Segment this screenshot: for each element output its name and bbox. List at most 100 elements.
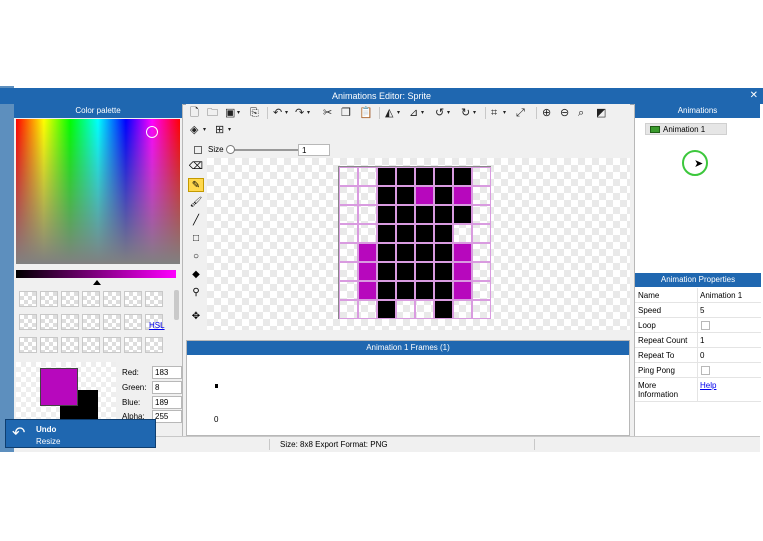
size-slider[interactable] [230,149,298,151]
size-slider-knob[interactable] [226,145,235,154]
sprite-pixel[interactable] [377,300,396,319]
crop-icon[interactable]: ⌗ [491,107,497,120]
sprite-pixel[interactable] [472,243,491,262]
sprite-pixel[interactable] [415,281,434,300]
sprite-pixel[interactable] [377,186,396,205]
undo-dropdown-icon[interactable]: ▾ [285,107,288,120]
fill-bucket-icon[interactable]: ◆ [188,268,204,282]
swatch[interactable] [61,291,79,307]
sprite-pixel[interactable] [415,224,434,243]
spectrum-cursor[interactable] [146,126,158,138]
brightness-marker[interactable] [93,280,101,285]
sprite-pixel[interactable] [472,262,491,281]
crop-dropdown-icon[interactable]: ▾ [503,107,506,120]
flip-vertical-icon[interactable]: ⊿ [409,107,418,120]
sprite-pixel[interactable] [434,167,453,186]
save-as-icon[interactable]: ⎘ [250,107,259,120]
brush-icon[interactable]: 🖌 [188,196,204,210]
sprite-pixel[interactable] [434,300,453,319]
brightness-slider[interactable] [16,270,176,278]
sprite-pixel[interactable] [472,186,491,205]
sprite-pixel[interactable] [358,167,377,186]
save-dropdown-icon[interactable]: ▾ [237,107,240,120]
color-spectrum[interactable] [16,119,180,264]
sprite-pixel[interactable] [339,262,358,281]
sprite-pixel[interactable] [339,167,358,186]
frame-thumbnail[interactable] [215,384,218,388]
sprite-pixel[interactable] [434,281,453,300]
primary-color-swatch[interactable] [40,368,78,406]
sprite-pixel[interactable] [377,224,396,243]
actual-size-icon[interactable]: ◩ [596,107,606,120]
save-icon[interactable]: ▣ [225,107,235,120]
swatch[interactable] [103,337,121,353]
paste-icon[interactable]: 📋 [359,107,373,120]
help-link[interactable]: Help [700,381,716,390]
swatch[interactable] [40,314,58,330]
sprite-pixel[interactable] [453,300,472,319]
sprite-pixel[interactable] [377,262,396,281]
sprite-pixel[interactable] [415,262,434,281]
flip-h-dropdown-icon[interactable]: ▾ [397,107,400,120]
sprite-pixel[interactable] [434,224,453,243]
sprite-pixel[interactable] [453,167,472,186]
hsl-link[interactable]: HSL [149,321,165,330]
loop-checkbox[interactable] [701,321,710,330]
swatch-scrollbar[interactable] [174,290,179,320]
selection-square-icon[interactable] [194,146,202,154]
sprite-pixel[interactable] [377,243,396,262]
zoom-out-icon[interactable]: ⊖ [560,107,569,120]
grid-icon[interactable]: ⊞ [215,124,224,137]
size-input[interactable]: 1 [298,144,330,156]
ping-pong-checkbox[interactable] [701,366,710,375]
redo-icon[interactable]: ↷ [295,107,304,120]
sprite-pixel[interactable] [377,167,396,186]
sprite-pixel[interactable] [472,205,491,224]
copy-icon[interactable]: ❐ [341,107,351,120]
sprite-pixel[interactable] [339,281,358,300]
undo-toast[interactable]: ↶ Undo Resize [5,419,156,448]
sprite-pixel[interactable] [434,186,453,205]
sprite-pixel[interactable] [358,262,377,281]
prop-value[interactable]: Animation 1 [700,291,742,300]
sprite-pixel[interactable] [358,224,377,243]
sprite-pixel[interactable] [396,281,415,300]
drawing-canvas[interactable] [207,158,630,330]
sprite-pixel[interactable] [415,186,434,205]
swatch[interactable] [124,291,142,307]
swatch[interactable] [145,291,163,307]
layers-dropdown-icon[interactable]: ▾ [203,124,206,137]
sprite-pixel[interactable] [339,205,358,224]
sprite-pixel[interactable] [472,281,491,300]
sprite-pixel[interactable] [434,243,453,262]
flip-horizontal-icon[interactable]: ◭ [385,107,393,120]
rectangle-icon[interactable]: □ [188,232,204,246]
close-icon[interactable]: ✕ [750,88,758,104]
rotate-ccw-icon[interactable]: ↺ [435,107,444,120]
sprite-pixel[interactable] [396,300,415,319]
sprite-pixel[interactable] [453,205,472,224]
swatch[interactable] [103,314,121,330]
sprite-pixel[interactable] [396,167,415,186]
resize-icon[interactable]: ⤢ [516,107,525,120]
sprite-pixel[interactable] [415,243,434,262]
pixel-grid[interactable] [338,166,491,319]
swatch[interactable] [124,314,142,330]
sprite-pixel[interactable] [453,243,472,262]
swatch[interactable] [82,337,100,353]
sprite-pixel[interactable] [396,262,415,281]
swatch[interactable] [82,314,100,330]
prop-value[interactable]: 5 [700,306,704,315]
swatch[interactable] [40,291,58,307]
rotate-cw-dropdown-icon[interactable]: ▾ [473,107,476,120]
sprite-pixel[interactable] [434,205,453,224]
swatch[interactable] [103,291,121,307]
rotate-ccw-dropdown-icon[interactable]: ▾ [447,107,450,120]
swatch[interactable] [145,337,163,353]
cut-icon[interactable]: ✂ [323,107,332,120]
sprite-pixel[interactable] [339,300,358,319]
open-folder-icon[interactable]: 🗀 [207,107,218,120]
green-input[interactable]: 8 [152,381,182,394]
swatch[interactable] [19,314,37,330]
sprite-pixel[interactable] [339,243,358,262]
